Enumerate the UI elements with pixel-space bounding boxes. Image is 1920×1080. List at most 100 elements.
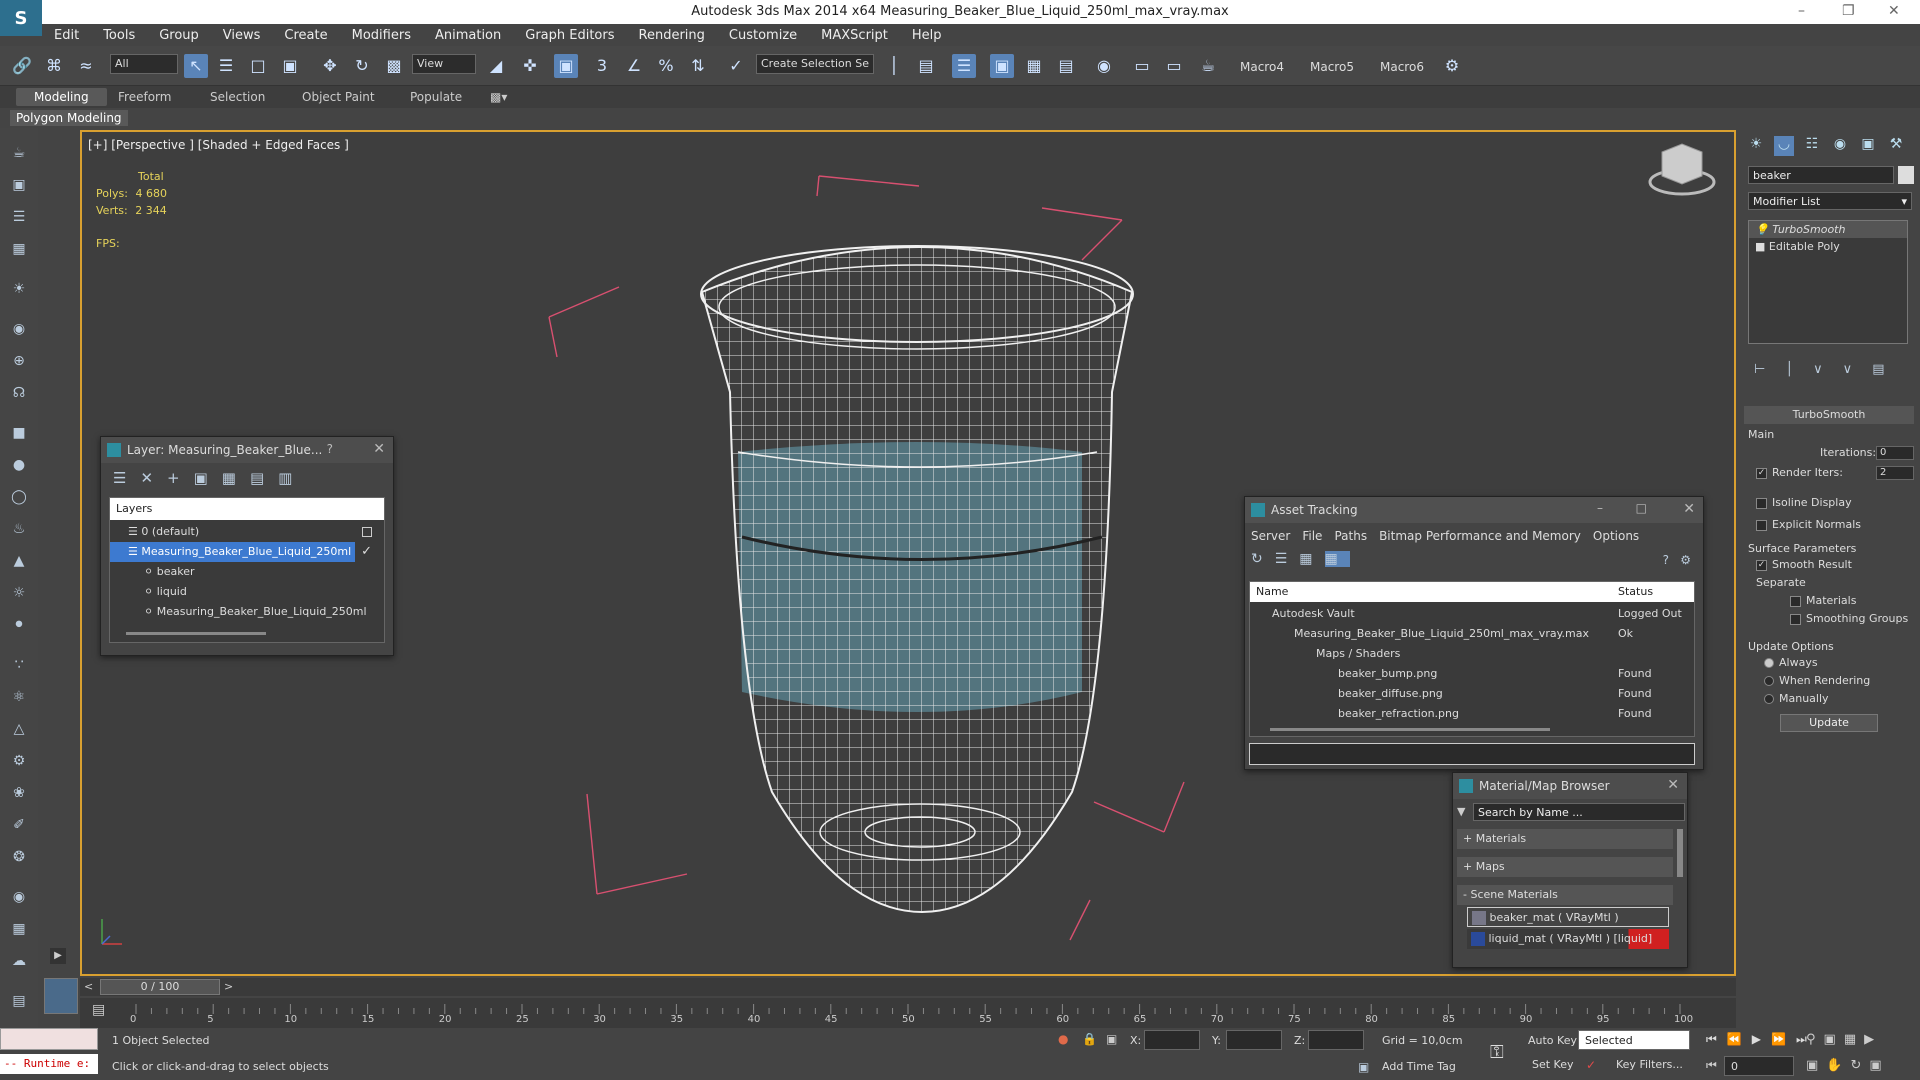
- asset-tracking-titlebar[interactable]: Asset Tracking – □ ✕: [1245, 497, 1703, 523]
- render-iters-checkbox[interactable]: ✓: [1756, 467, 1767, 479]
- time-slider-thumb[interactable]: 0 / 100: [100, 979, 220, 995]
- pivot-center-icon[interactable]: ◢: [484, 54, 508, 78]
- plant-icon[interactable]: ❀: [8, 782, 30, 804]
- material-browser-titlebar[interactable]: Material/Map Browser ✕: [1453, 773, 1687, 799]
- set-key-icon[interactable]: ✓: [1586, 1058, 1596, 1072]
- mirror-icon[interactable]: │: [882, 54, 906, 78]
- asset-scrollbar[interactable]: [1270, 728, 1550, 731]
- keyboard-shortcut-override-icon[interactable]: ▣: [554, 54, 578, 78]
- key-mode-dropdown[interactable]: Selected: [1578, 1030, 1690, 1050]
- grass-icon[interactable]: ♨: [8, 518, 30, 540]
- network-icon[interactable]: △: [8, 718, 30, 740]
- tab-object-paint[interactable]: Object Paint: [302, 90, 375, 104]
- menu-bitmap-performance[interactable]: Bitmap Performance and Memory: [1379, 529, 1581, 543]
- align-icon[interactable]: ▤: [914, 54, 938, 78]
- isoline-checkbox[interactable]: [1756, 497, 1767, 509]
- layer-explorer-icon[interactable]: ▣: [990, 54, 1014, 78]
- time-slider[interactable]: < 0 / 100 >: [80, 978, 1736, 996]
- light-icon[interactable]: ☀: [8, 278, 30, 300]
- box-icon[interactable]: ■: [8, 422, 30, 444]
- modifier-list-dropdown[interactable]: Modifier List ▾: [1748, 192, 1912, 210]
- utilities-tab-icon[interactable]: ⚒: [1886, 136, 1906, 156]
- material-search-input[interactable]: Search by Name ...: [1473, 803, 1685, 821]
- selection-filter-dropdown[interactable]: All: [110, 54, 178, 74]
- geosphere-icon[interactable]: ◯: [8, 486, 30, 508]
- explicit-normals-checkbox[interactable]: [1756, 519, 1767, 531]
- layer-item-default[interactable]: ☰ 0 (default): [110, 522, 384, 542]
- layers-icon[interactable]: ☰: [113, 469, 140, 487]
- menu-paths[interactable]: Paths: [1334, 529, 1367, 543]
- time-tag-icon[interactable]: ▣: [1358, 1060, 1369, 1074]
- render-production-icon[interactable]: ☕: [1196, 54, 1220, 78]
- pan-icon[interactable]: ✋: [1826, 1058, 1850, 1073]
- col-status-header[interactable]: Status: [1618, 582, 1653, 602]
- y-coordinate-field[interactable]: [1226, 1030, 1282, 1050]
- track-bar[interactable]: 0 5 10 15 20 25 30 35 40 45 50 55 60 65 70 75 80 85 90 95 10…: [80, 998, 1736, 1028]
- freeze-layer-icon[interactable]: ▥: [278, 469, 306, 487]
- stack-item-turbosmooth[interactable]: 💡 TurboSmooth: [1749, 221, 1907, 238]
- go-to-start-icon[interactable]: ⏮: [1706, 1032, 1727, 1046]
- link-icon[interactable]: 🔗: [10, 54, 34, 78]
- teapot-icon[interactable]: ☕: [8, 142, 30, 164]
- table-row[interactable]: Maps / Shaders: [1250, 644, 1694, 664]
- window-crossing-icon[interactable]: ▣: [278, 54, 302, 78]
- angle-snap-icon[interactable]: ∠: [622, 54, 646, 78]
- edit-named-selection-icon[interactable]: ✓: [724, 54, 748, 78]
- current-frame-field[interactable]: 0: [1724, 1056, 1794, 1076]
- manually-radio[interactable]: [1764, 694, 1774, 704]
- layer-dialog-titlebar[interactable]: Layer: Measuring_Beaker_Blue... ? ✕: [101, 437, 393, 463]
- prev-key-icon[interactable]: ⏪: [1727, 1032, 1752, 1046]
- layer-item-beaker-group[interactable]: ☰ Measuring_Beaker_Blue_Liquid_250ml: [110, 542, 355, 562]
- menu-help[interactable]: Help: [900, 28, 954, 43]
- menu-options[interactable]: Options: [1593, 529, 1639, 543]
- maxscript-runtime-field[interactable]: -- Runtime e:: [0, 1054, 98, 1074]
- selection-region-icon[interactable]: □: [246, 54, 270, 78]
- next-key-icon[interactable]: ⏩: [1771, 1032, 1796, 1046]
- help-icon[interactable]: ?: [1663, 553, 1669, 567]
- key-icon[interactable]: ⚿: [1490, 1042, 1504, 1063]
- refresh-icon[interactable]: ↻: [1251, 551, 1275, 567]
- pin-stack-icon[interactable]: ⊢: [1754, 362, 1785, 377]
- snaps-toggle-icon[interactable]: 3: [590, 54, 614, 78]
- smooth-result-checkbox[interactable]: ✓: [1756, 559, 1767, 571]
- table-row[interactable]: beaker_refraction.png Found: [1250, 704, 1694, 724]
- material-scrollbar[interactable]: [1677, 829, 1683, 877]
- list-icon[interactable]: ☰: [8, 206, 30, 228]
- camera-icon[interactable]: ◉: [8, 318, 30, 340]
- curve-editor-icon[interactable]: ▤: [1054, 54, 1078, 78]
- asset-path-field[interactable]: [1249, 743, 1695, 765]
- menu-group[interactable]: Group: [147, 28, 211, 43]
- menu-file[interactable]: File: [1302, 529, 1322, 543]
- table-row[interactable]: beaker_diffuse.png Found: [1250, 684, 1694, 704]
- show-end-result-icon[interactable]: │: [1785, 362, 1813, 377]
- close-icon[interactable]: ✕: [1667, 777, 1679, 793]
- update-button[interactable]: Update: [1780, 714, 1878, 732]
- hide-layer-icon[interactable]: ▤: [250, 469, 278, 487]
- spinner-snap-icon[interactable]: ⇅: [686, 54, 710, 78]
- sphere-icon[interactable]: ●: [8, 454, 30, 476]
- table-row[interactable]: Autodesk Vault Logged Out: [1250, 604, 1694, 624]
- polygon-modeling-panel[interactable]: Polygon Modeling: [10, 110, 128, 126]
- object-color-swatch[interactable]: [1898, 166, 1914, 184]
- configure-sets-icon[interactable]: ▤: [1872, 362, 1904, 377]
- list-view-icon[interactable]: ☰: [1275, 551, 1300, 567]
- tab-freeform[interactable]: Freeform: [118, 90, 171, 104]
- material-editor-icon[interactable]: ◉: [1092, 54, 1116, 78]
- mini-curve-editor-icon[interactable]: [44, 978, 78, 1014]
- isolate-selection-icon[interactable]: ●: [1058, 1032, 1068, 1046]
- render-iters-spinner[interactable]: 2: [1876, 466, 1914, 480]
- current-layer-checkbox[interactable]: [362, 527, 372, 537]
- when-rendering-radio[interactable]: [1764, 676, 1774, 686]
- unlink-icon[interactable]: ⌘: [42, 54, 66, 78]
- menu-tools[interactable]: Tools: [91, 28, 147, 43]
- layer-item-beaker-mesh[interactable]: ⚪ Measuring_Beaker_Blue_Liquid_250ml: [110, 602, 384, 622]
- scale-icon[interactable]: ▩: [382, 54, 406, 78]
- particles-icon[interactable]: ∵: [8, 654, 30, 676]
- script-icon[interactable]: ▦: [8, 918, 30, 940]
- layer-item-beaker[interactable]: ⚪ beaker: [110, 562, 384, 582]
- macro6-button[interactable]: Macro6: [1380, 60, 1424, 74]
- grid-icon[interactable]: ▦: [8, 238, 30, 260]
- layer-item-liquid[interactable]: ⚪ liquid: [110, 582, 384, 602]
- set-key-button[interactable]: Set Key: [1532, 1058, 1574, 1071]
- percent-snap-icon[interactable]: %: [654, 54, 678, 78]
